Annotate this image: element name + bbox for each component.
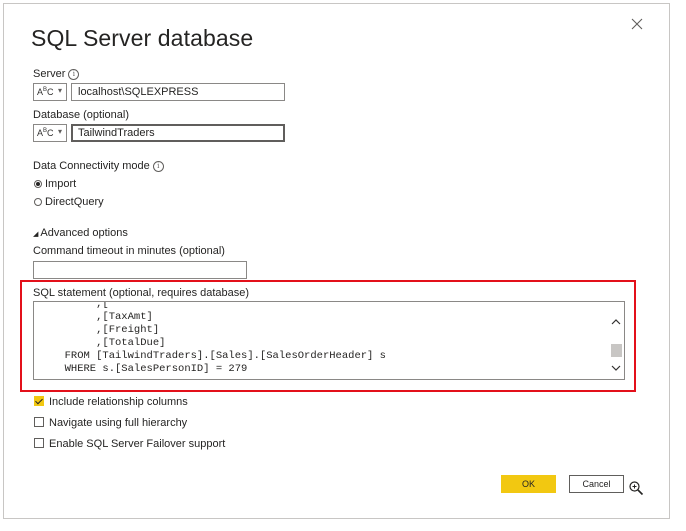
include-relationship-label: Include relationship columns — [49, 396, 188, 408]
enable-failover-support[interactable]: Enable SQL Server Failover support — [34, 438, 225, 450]
ok-button[interactable]: OK — [501, 475, 556, 493]
advanced-options-label: Advanced options — [40, 227, 127, 239]
triangle-down-icon: ◢ — [33, 231, 38, 238]
dialog-title: SQL Server database — [31, 25, 253, 52]
sql-line: WHERE s.[SalesPersonID] = 279 — [52, 363, 247, 375]
radio-import[interactable]: Import — [34, 178, 76, 190]
info-icon[interactable]: i — [68, 69, 79, 80]
radio-button-checked[interactable] — [34, 180, 42, 188]
advanced-options-toggle[interactable]: ◢Advanced options — [33, 227, 128, 239]
server-input[interactable] — [71, 83, 285, 101]
vertical-scrollbar[interactable] — [608, 302, 624, 379]
text-type-icon: ABC — [37, 128, 54, 138]
connectivity-label: Data Connectivity modei — [33, 160, 164, 172]
chevron-down-icon: ▾ — [58, 86, 62, 95]
failover-label: Enable SQL Server Failover support — [49, 438, 225, 450]
server-label-text: Server — [33, 68, 65, 80]
sql-statement-textarea[interactable]: ,[ ,[TaxAmt] ,[Freight] ,[TotalDue] FROM… — [33, 301, 625, 380]
radio-directquery-label: DirectQuery — [45, 196, 104, 208]
timeout-input[interactable] — [33, 261, 247, 279]
server-label: Serveri — [33, 68, 79, 80]
chevron-down-icon[interactable] — [610, 362, 622, 374]
navigate-hierarchy-label: Navigate using full hierarchy — [49, 417, 187, 429]
radio-button[interactable] — [34, 198, 42, 206]
sql-line: FROM [TailwindTraders].[Sales].[SalesOrd… — [52, 350, 386, 362]
chevron-up-icon[interactable] — [610, 316, 622, 328]
navigate-full-hierarchy[interactable]: Navigate using full hierarchy — [34, 417, 187, 429]
server-type-button[interactable]: ABC ▾ — [33, 83, 67, 101]
database-input[interactable] — [71, 124, 285, 142]
sql-line: ,[Freight] — [52, 324, 159, 336]
timeout-label: Command timeout in minutes (optional) — [33, 245, 225, 257]
checkbox[interactable] — [34, 417, 44, 427]
sql-line: ,[ — [52, 301, 109, 310]
sql-line: ,[TotalDue] — [52, 337, 165, 349]
cancel-button[interactable]: Cancel — [569, 475, 624, 493]
connectivity-label-text: Data Connectivity mode — [33, 160, 150, 172]
close-icon[interactable] — [629, 16, 645, 32]
scroll-thumb[interactable] — [611, 344, 622, 357]
radio-directquery[interactable]: DirectQuery — [34, 196, 104, 208]
checkbox-checked[interactable] — [34, 396, 44, 406]
zoom-in-icon — [628, 480, 644, 496]
sql-statement-label: SQL statement (optional, requires databa… — [33, 287, 249, 299]
checkbox[interactable] — [34, 438, 44, 448]
database-type-button[interactable]: ABC ▾ — [33, 124, 67, 142]
include-relationship-columns[interactable]: Include relationship columns — [34, 396, 188, 408]
sql-text: ,[ ,[TaxAmt] ,[Freight] ,[TotalDue] FROM… — [52, 301, 386, 376]
info-icon[interactable]: i — [153, 161, 164, 172]
text-type-icon: ABC — [37, 87, 54, 97]
radio-import-label: Import — [45, 178, 76, 190]
database-label: Database (optional) — [33, 109, 129, 121]
chevron-down-icon: ▾ — [58, 127, 62, 136]
sql-line: ,[TaxAmt] — [52, 311, 153, 323]
